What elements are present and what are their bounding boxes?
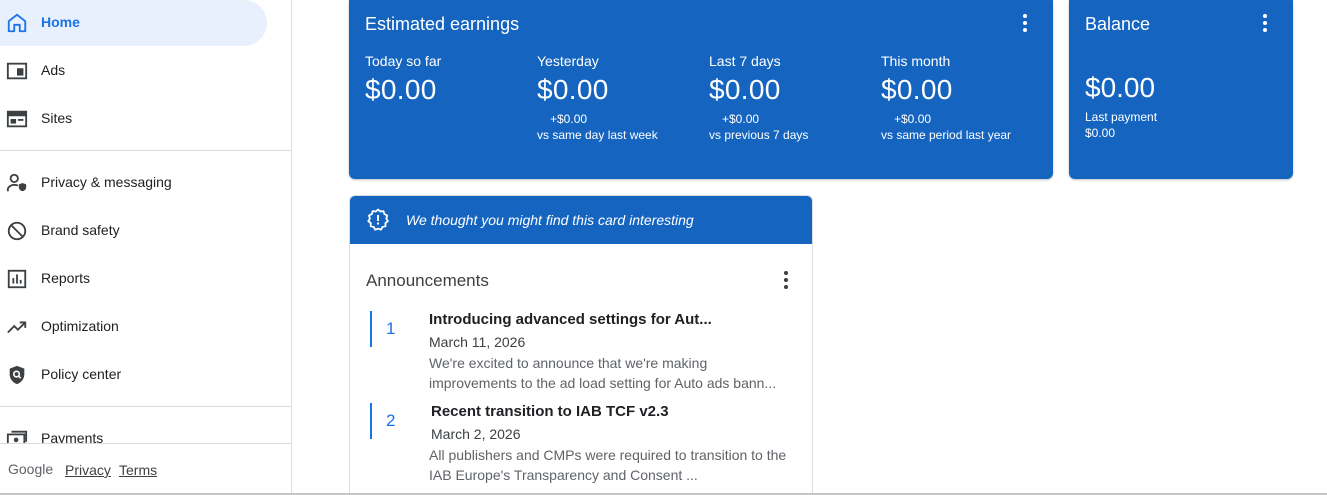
sidebar-item-ads[interactable]: Ads xyxy=(0,48,267,94)
metric-compare: vs same day last week xyxy=(537,128,658,142)
balance-more-button[interactable] xyxy=(1255,11,1275,35)
home-icon xyxy=(6,12,28,34)
sidebar-item-label: Sites xyxy=(41,110,73,126)
terms-link[interactable]: Terms xyxy=(119,462,157,478)
metric-label: Yesterday xyxy=(537,53,599,69)
sidebar-item-label: Home xyxy=(41,14,80,30)
sidebar-item-home[interactable]: Home xyxy=(0,0,267,46)
earnings-card-title: Estimated earnings xyxy=(365,14,520,34)
estimated-earnings-card: Estimated earnings Today so far $0.00 Ye… xyxy=(349,0,1053,179)
announcement-accent-bar xyxy=(370,403,372,439)
sidebar-item-sites[interactable]: Sites xyxy=(0,96,267,142)
metric-delta: +$0.00 xyxy=(550,112,588,126)
sidebar-item-label: Brand safety xyxy=(41,222,120,238)
sidebar-item-reports[interactable]: Reports xyxy=(0,256,267,302)
sidebar-divider xyxy=(0,406,291,407)
metric-value: $0.00 xyxy=(365,74,437,105)
sidebar-item-label: Reports xyxy=(41,270,91,286)
sidebar-item-label: Privacy & messaging xyxy=(41,174,172,190)
announcement-body: We're excited to announce that we're mak… xyxy=(429,355,777,391)
google-logo: Google xyxy=(8,461,54,477)
banner-text: We thought you might find this card inte… xyxy=(406,212,694,228)
sidebar-item-label: Policy center xyxy=(41,366,122,382)
sidebar-item-label: Optimization xyxy=(41,318,119,334)
metric-compare: vs same period last year xyxy=(881,128,1012,142)
sites-icon xyxy=(6,108,28,130)
metric-today: Today so far $0.00 xyxy=(365,53,537,106)
announcement-number: 2 xyxy=(386,411,396,430)
sidebar-item-policy-center[interactable]: Policy center xyxy=(0,352,267,398)
metric-compare: vs previous 7 days xyxy=(709,128,809,142)
metric-last-7-days: Last 7 days $0.00 +$0.00 vs previous 7 d… xyxy=(709,53,881,142)
lightbulb-badge-icon xyxy=(366,208,390,232)
sidebar-item-privacy-messaging[interactable]: Privacy & messaging xyxy=(0,160,267,206)
metric-this-month: This month $0.00 +$0.00 vs same period l… xyxy=(881,53,1053,142)
last-payment-value: $0.00 xyxy=(1085,126,1116,140)
earnings-more-button[interactable] xyxy=(1015,11,1035,35)
privacy-icon xyxy=(6,172,28,194)
balance-value: $0.00 xyxy=(1085,72,1156,103)
sidebar-divider xyxy=(0,150,291,151)
interesting-card-banner: We thought you might find this card inte… xyxy=(350,196,812,244)
metric-value: $0.00 xyxy=(709,74,781,105)
metric-label: Today so far xyxy=(365,53,442,69)
metric-value: $0.00 xyxy=(537,74,609,105)
sidebar: Home Ads Sites Privacy & messaging Brand… xyxy=(0,0,292,493)
metric-yesterday: Yesterday $0.00 +$0.00 vs same day last … xyxy=(537,53,709,142)
trending-up-icon xyxy=(6,316,28,338)
metric-value: $0.00 xyxy=(881,74,953,105)
balance-card-title: Balance xyxy=(1085,14,1151,34)
announcement-title: Introducing advanced settings for Aut... xyxy=(429,311,712,328)
announcement-title: Recent transition to IAB TCF v2.3 xyxy=(431,403,669,420)
announcement-accent-bar xyxy=(370,311,372,347)
metric-delta: +$0.00 xyxy=(722,112,760,126)
announcements-card: We thought you might find this card inte… xyxy=(349,195,813,495)
sidebar-item-optimization[interactable]: Optimization xyxy=(0,304,267,350)
sidebar-footer: Google Privacy Terms xyxy=(0,443,291,493)
last-payment-label: Last payment xyxy=(1085,110,1158,124)
shield-icon xyxy=(6,364,28,386)
metric-label: Last 7 days xyxy=(709,53,781,69)
announcement-date: March 2, 2026 xyxy=(431,426,521,442)
more-vert-icon xyxy=(1263,14,1267,18)
announcements-title: Announcements xyxy=(366,271,489,290)
more-vert-icon xyxy=(784,271,788,275)
announcement-number: 1 xyxy=(386,319,396,338)
announcement-date: March 11, 2026 xyxy=(429,334,526,350)
metric-delta: +$0.00 xyxy=(894,112,932,126)
sidebar-item-brand-safety[interactable]: Brand safety xyxy=(0,208,267,254)
more-vert-icon xyxy=(1023,14,1027,18)
ads-icon xyxy=(6,60,28,82)
metric-label: This month xyxy=(881,53,951,69)
announcements-more-button[interactable] xyxy=(776,268,796,292)
reports-icon xyxy=(6,268,28,290)
announcement-body: All publishers and CMPs were required to… xyxy=(429,447,787,483)
sidebar-item-label: Ads xyxy=(41,62,66,78)
privacy-link[interactable]: Privacy xyxy=(65,462,111,478)
balance-card: Balance $0.00 Last payment $0.00 xyxy=(1069,0,1293,179)
block-icon xyxy=(6,220,28,242)
